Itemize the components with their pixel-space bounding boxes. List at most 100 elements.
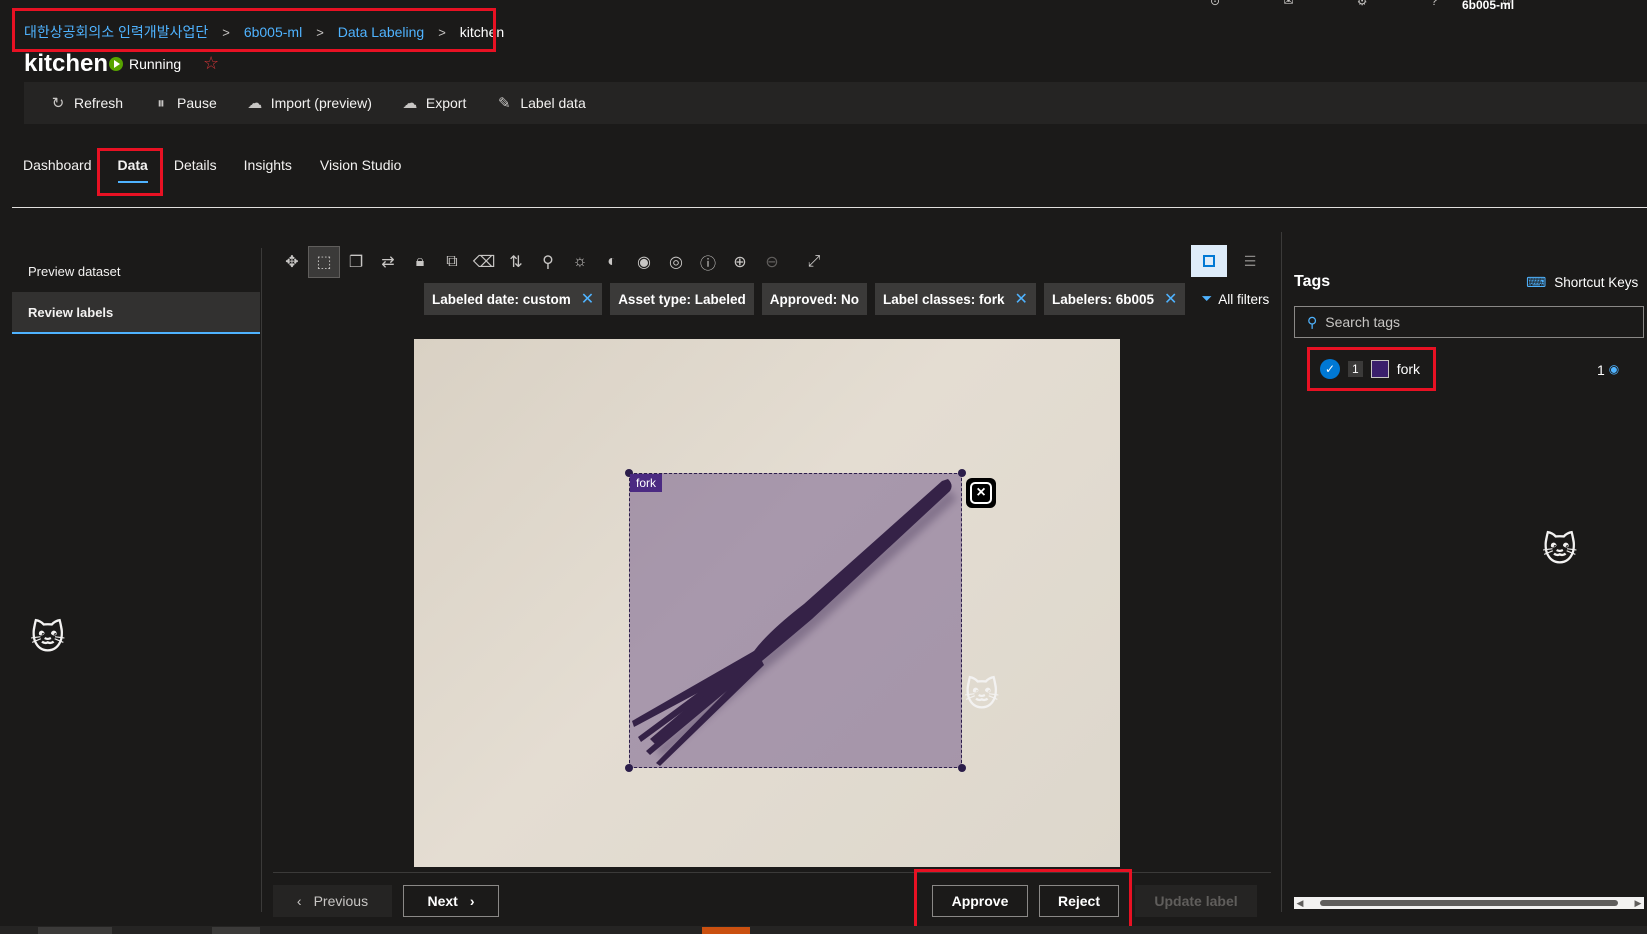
filter-bar: Labeled date: custom ✕ Asset type: Labele… (424, 283, 1269, 315)
tab-vision-studio[interactable]: Vision Studio (320, 157, 401, 173)
scroll-left-icon[interactable]: ◀ (1294, 898, 1306, 909)
visibility-icon[interactable]: ◎ (660, 246, 692, 278)
status-text: Running (129, 56, 182, 72)
resize-handle[interactable] (958, 764, 966, 772)
running-icon (109, 57, 123, 71)
close-icon[interactable]: ✕ (1164, 289, 1177, 309)
account-name[interactable]: 6b005-ml (1462, 0, 1514, 12)
list-icon: ☰ (1243, 252, 1257, 269)
list-view-button[interactable]: ☰ (1232, 245, 1268, 277)
bottom-divider (273, 872, 1271, 873)
paste-icon[interactable]: ⇄ (372, 246, 404, 278)
pin-icon[interactable]: ⚲ (532, 246, 564, 278)
filter-chip-labeled-date[interactable]: Labeled date: custom ✕ (424, 283, 603, 315)
select-all-icon[interactable]: ⧉ (436, 246, 468, 278)
next-button[interactable]: Next › (403, 885, 499, 917)
lock-icon[interactable]: 🔒︎ (404, 246, 436, 278)
labeling-toolbar: ✥ ⬚ ❐ ⇄ 🔒︎ ⧉ ⌫ ⇅ ⚲ ☼ ◐ ◉ ◎ ⓘ ⊕ ⊖ ⤢ (276, 246, 830, 278)
filter-chip-approved[interactable]: Approved: No (761, 283, 867, 315)
cloud-upload-icon: ☁ (247, 95, 263, 112)
taskbar-item[interactable] (212, 927, 260, 934)
filter-chip-asset-type[interactable]: Asset type: Labeled (610, 283, 754, 315)
close-icon[interactable]: ✕ (581, 289, 594, 309)
command-bar: ↻ Refresh ⏸ Pause ☁ Import (preview) ☁ Expor… (24, 82, 1647, 124)
brightness-icon[interactable]: ☼ (564, 246, 596, 278)
approve-button[interactable]: Approve (932, 885, 1028, 917)
label-data-button[interactable]: ✎ Label data (496, 94, 586, 112)
square-icon (1203, 255, 1215, 267)
tab-dashboard[interactable]: Dashboard (23, 157, 92, 173)
eye-icon[interactable]: ◉ (1609, 362, 1619, 378)
nav-review-labels[interactable]: Review labels (12, 292, 260, 334)
import-button[interactable]: ☁ Import (preview) (247, 94, 372, 112)
cat-sticker-icon: 🐱 (30, 619, 66, 657)
bounding-box-label: fork (630, 474, 663, 492)
taskbar-item[interactable] (38, 927, 112, 934)
taskbar-item[interactable] (702, 927, 750, 934)
tags-heading: Tags (1294, 273, 1331, 290)
filter-chip-labelers[interactable]: Labelers: 6b005 ✕ (1043, 283, 1186, 315)
tag-count: 1 ◉ (1597, 362, 1620, 378)
chevron-right-icon: > (316, 24, 324, 40)
resize-handle[interactable] (958, 469, 966, 477)
copy-icon[interactable]: ❐ (340, 246, 372, 278)
move-icon[interactable]: ✥ (276, 246, 308, 278)
filter-icon: ⏷ (1201, 291, 1213, 306)
filter-chip-label-classes[interactable]: Label classes: fork ✕ (874, 283, 1036, 315)
all-filters-button[interactable]: ⏷ All filters (1201, 291, 1269, 307)
chevron-right-icon: > (438, 24, 446, 40)
breadcrumb-data-labeling[interactable]: Data Labeling (338, 24, 424, 40)
keyboard-icon: ⌨ (1526, 274, 1547, 290)
close-icon: × (970, 482, 992, 504)
resize-handle[interactable] (625, 764, 633, 772)
close-icon[interactable]: ✕ (1015, 289, 1028, 309)
previous-button[interactable]: ‹ Previous (273, 885, 392, 917)
rectangle-tool-icon[interactable]: ⬚ (308, 246, 340, 278)
checkmark-icon[interactable]: ✓ (1320, 359, 1340, 379)
shortcut-keys-button[interactable]: ⌨ Shortcut Keys (1526, 274, 1638, 291)
pause-button[interactable]: ⏸ Pause (153, 94, 216, 112)
info-icon[interactable]: ⓘ (692, 246, 724, 278)
chevron-left-icon: ‹ (296, 893, 302, 909)
image-canvas[interactable]: fork × 🐱 (414, 339, 1120, 867)
reject-button[interactable]: Reject (1039, 885, 1119, 917)
horizontal-scrollbar[interactable]: ◀ ▶ (1294, 897, 1644, 909)
zoom-in-icon[interactable]: ⊕ (724, 246, 756, 278)
tag-name: fork (1396, 361, 1421, 377)
favorite-star-icon[interactable]: ☆ (203, 53, 219, 74)
eraser-icon[interactable]: ⌫ (468, 246, 500, 278)
contrast-icon[interactable]: ◐ (596, 246, 628, 278)
tab-bar: Dashboard Data Details Insights Vision S… (23, 157, 401, 183)
expand-icon[interactable]: ⤢ (798, 246, 830, 278)
tag-color-swatch (1370, 360, 1389, 378)
export-button[interactable]: ☁ Export (402, 94, 466, 112)
sort-icon[interactable]: ⇅ (500, 246, 532, 278)
edit-icon: ✎ (498, 95, 511, 112)
nav-preview-dataset[interactable]: Preview dataset (12, 250, 260, 292)
cloud-download-icon: ☁ (402, 95, 418, 112)
search-tags-input[interactable]: ⚲ Search tags (1294, 306, 1644, 338)
eye-icon[interactable]: ◉ (628, 246, 660, 278)
refresh-button[interactable]: ↻ Refresh (50, 94, 123, 112)
cat-sticker-icon: 🐱 (1542, 531, 1578, 569)
bounding-box[interactable] (625, 469, 966, 772)
breadcrumb: 대한상공회의소 인력개발사업단 > 6b005-ml > Data Labeli… (24, 22, 504, 42)
single-view-button[interactable] (1191, 245, 1227, 277)
zoom-out-icon[interactable]: ⊖ (756, 246, 788, 278)
breadcrumb-workspace[interactable]: 6b005-ml (244, 24, 302, 40)
scroll-thumb[interactable] (1320, 900, 1618, 906)
scroll-right-icon[interactable]: ▶ (1632, 898, 1644, 909)
tab-insights[interactable]: Insights (244, 157, 292, 173)
update-label-button[interactable]: Update label (1135, 885, 1257, 917)
cat-sticker-icon: 🐱 (964, 676, 1000, 714)
pause-icon: ⏸ (157, 94, 165, 112)
refresh-icon: ↻ (51, 95, 65, 112)
tab-details[interactable]: Details (174, 157, 217, 173)
right-divider (1281, 232, 1282, 912)
search-icon: ⚲ (1307, 313, 1318, 330)
delete-box-button[interactable]: × (966, 478, 996, 508)
tab-data[interactable]: Data (117, 157, 149, 183)
breadcrumb-org[interactable]: 대한상공회의소 인력개발사업단 (24, 22, 208, 42)
tag-item-fork[interactable]: ✓ 1 fork (1320, 359, 1420, 379)
status-badge: Running (109, 56, 181, 72)
